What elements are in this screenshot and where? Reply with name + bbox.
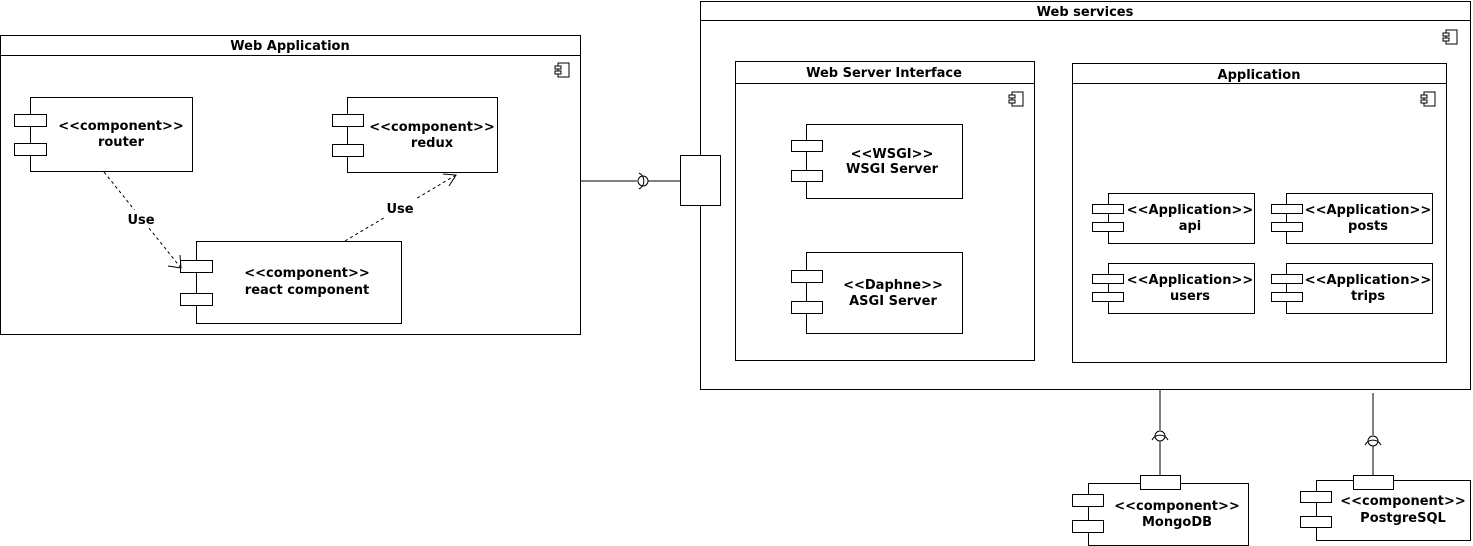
component-name: api [1179,219,1202,234]
component-name: trips [1351,289,1385,304]
edge-label: Use [386,202,413,217]
component-name: users [1170,289,1210,304]
component-trips[interactable]: <<Application>> trips [1271,263,1433,314]
package-title: Web Server Interface [806,66,962,81]
component-diagram: Web Application <<component>> router <<c… [0,1,1471,546]
package-title: Web services [1037,5,1134,20]
component-name: react component [245,283,369,298]
component-redux[interactable]: <<component>> redux [332,97,498,173]
package-title: Web Application [230,39,349,54]
component-react[interactable]: <<component>> react component [180,241,402,324]
stereotype-label: <<component>> [1114,499,1240,514]
stereotype-label: <<WSGI>> [851,147,934,162]
package-title: Application [1218,68,1301,83]
stereotype-label: <<component>> [58,119,184,134]
stereotype-label: <<component>> [369,120,495,135]
stereotype-label: <<Application>> [1305,273,1432,288]
component-name: redux [411,136,454,151]
port[interactable] [680,155,721,206]
interface-mongodb[interactable] [1151,390,1169,475]
component-name: PostgreSQL [1360,511,1446,526]
component-name: router [98,135,145,150]
stereotype-label: <<Application>> [1305,203,1432,218]
component-posts[interactable]: <<Application>> posts [1271,193,1433,244]
interface-postgresql[interactable] [1364,393,1382,475]
component-name: posts [1348,219,1388,234]
component-asgi-server[interactable]: <<Daphne>> ASGI Server [791,252,963,334]
component-mongodb[interactable]: <<component>> MongoDB [1072,475,1249,546]
component-name: MongoDB [1142,515,1212,530]
interface-connector[interactable] [580,172,681,190]
component-users[interactable]: <<Application>> users [1092,263,1255,314]
component-api[interactable]: <<Application>> api [1092,193,1255,244]
stereotype-label: <<component>> [244,266,370,281]
component-wsgi-server[interactable]: <<WSGI>> WSGI Server [791,124,963,199]
stereotype-label: <<component>> [1340,494,1466,509]
stereotype-label: <<Application>> [1127,203,1254,218]
component-router[interactable]: <<component>> router [14,97,193,172]
component-name: ASGI Server [849,294,937,309]
edge-label: Use [127,213,154,228]
stereotype-label: <<Daphne>> [843,278,943,293]
stereotype-label: <<Application>> [1127,273,1254,288]
component-postgresql[interactable]: <<component>> PostgreSQL [1300,475,1471,541]
component-name: WSGI Server [846,162,939,177]
